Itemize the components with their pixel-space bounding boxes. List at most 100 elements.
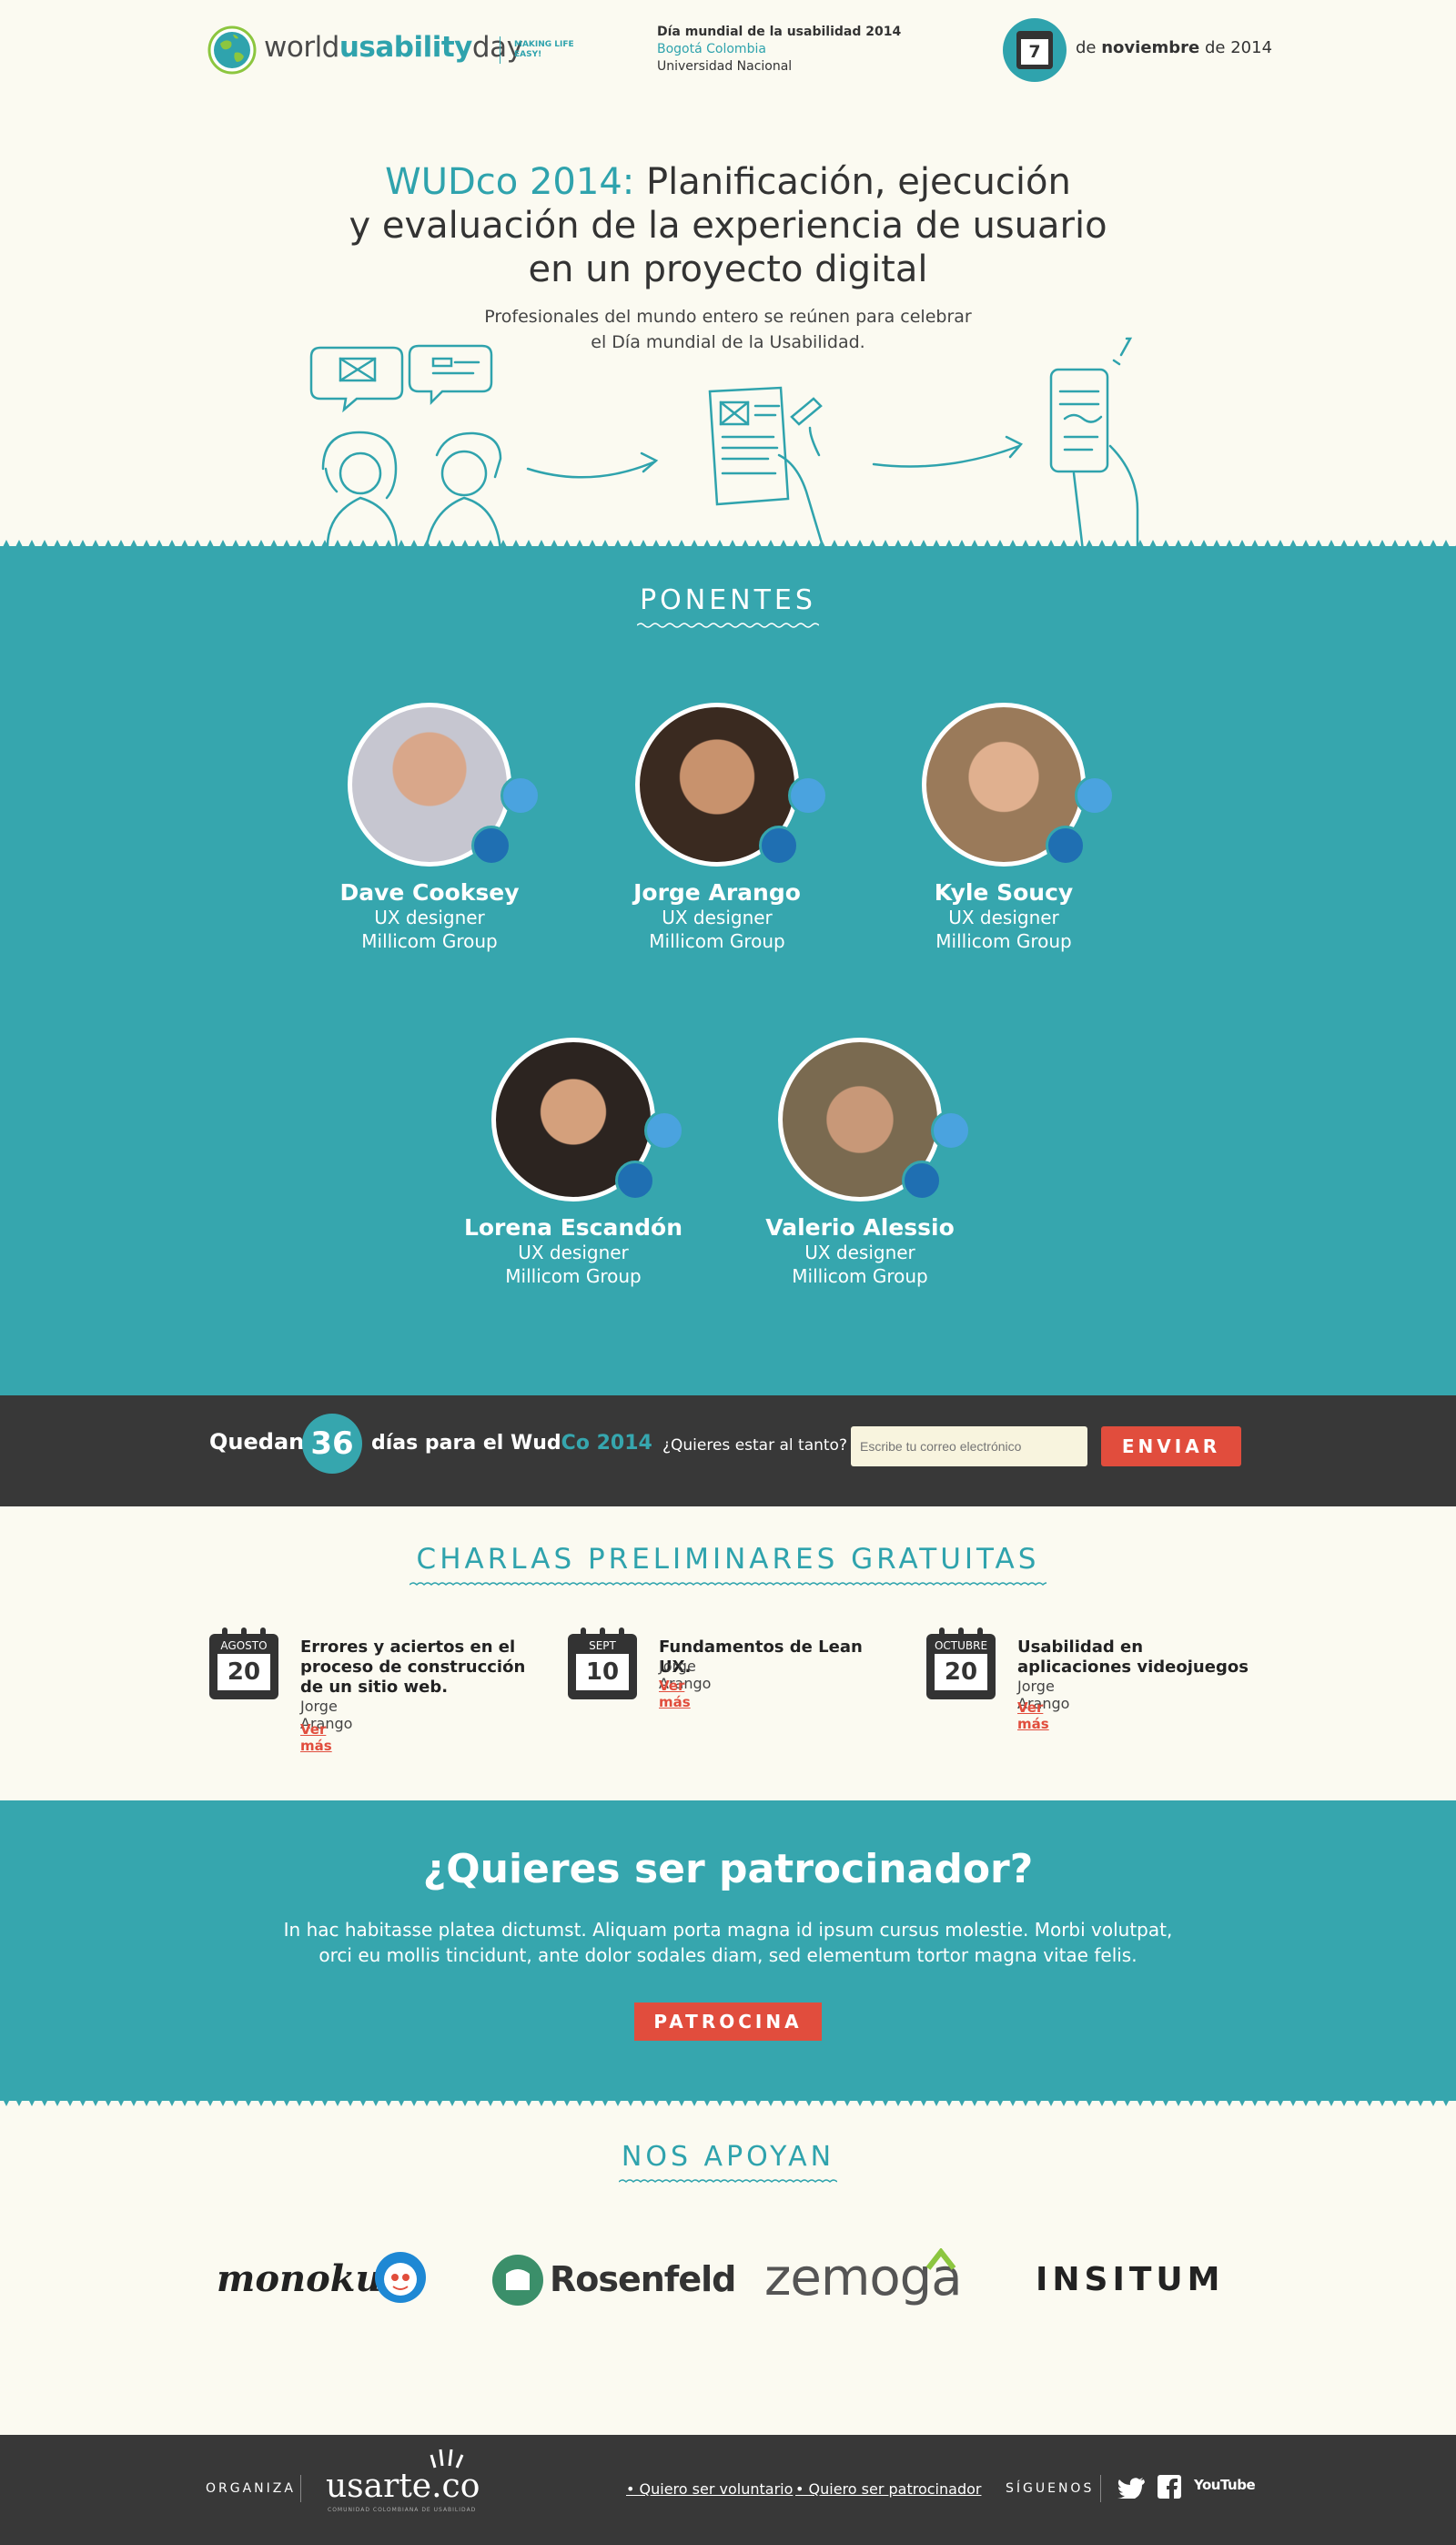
- talk-month: AGOSTO: [220, 1639, 268, 1652]
- date-suffix: de 2014: [1205, 38, 1273, 57]
- hero-title-accent: WUDco 2014:: [385, 161, 635, 203]
- speaker-role: UX designer: [948, 907, 1059, 928]
- event-info: Día mundial de la usabilidad 2014 Bogotá…: [657, 24, 901, 76]
- calendar-ring: [260, 1627, 266, 1638]
- facebook-icon[interactable]: [1158, 2475, 1181, 2499]
- speakers-title-text: PONENTES: [640, 584, 816, 616]
- insitum-logo[interactable]: INSITUM: [1036, 2261, 1224, 2298]
- monoku-logo[interactable]: monoku.: [217, 2257, 395, 2300]
- logo-world: world: [264, 31, 339, 64]
- newsletter-question: ¿Quieres estar al tanto?: [662, 1436, 847, 1455]
- title-wave: [619, 2179, 837, 2184]
- speaker-company: Millicom Group: [792, 1265, 928, 1287]
- countdown-brand-a: Wud: [510, 1432, 561, 1455]
- footer-divider: [1100, 2475, 1101, 2502]
- twitter-icon[interactable]: [644, 1110, 684, 1151]
- linkedin-icon[interactable]: [902, 1161, 942, 1201]
- logo-usability: usability: [339, 31, 473, 64]
- usarte-logo[interactable]: usarte.co: [326, 2468, 480, 2505]
- site-footer: ORGANIZA usarte.co COMUNIDAD COLOMBIANA …: [0, 2435, 1456, 2545]
- event-venue: Universidad Nacional: [657, 59, 793, 74]
- calendar-icon: OCTUBRE 20: [926, 1627, 996, 1699]
- speaker-company: Millicom Group: [935, 930, 1072, 952]
- twitter-icon[interactable]: [1117, 2477, 1145, 2499]
- calendar-ring: [958, 1627, 964, 1638]
- talks-title-text: CHARLAS PRELIMINARES GRATUITAS: [416, 1543, 1040, 1576]
- hero-illustration: [309, 337, 1139, 551]
- countdown-brand-b: Co 2014: [561, 1432, 652, 1455]
- linkedin-icon[interactable]: [615, 1161, 655, 1201]
- speaker-company: Millicom Group: [361, 930, 498, 952]
- rosenfeld-logo[interactable]: Rosenfeld: [550, 2259, 736, 2299]
- date-prefix: de: [1076, 38, 1097, 57]
- event-date: de noviembre de 2014: [1076, 38, 1272, 57]
- linkedin-icon[interactable]: [1046, 826, 1086, 866]
- youtube-icon[interactable]: YouTube: [1194, 2477, 1256, 2499]
- talk-more-link[interactable]: Ver más: [659, 1678, 691, 1710]
- linkedin-icon[interactable]: [759, 826, 799, 866]
- zigzag-top: [0, 540, 1456, 553]
- hero-title-line2: y evaluación de la experiencia de usuari…: [349, 205, 1107, 247]
- speaker-name: Dave Cooksey: [339, 879, 520, 906]
- supporters-title: NOS APOYAN: [546, 2141, 910, 2185]
- calendar-ring: [619, 1627, 624, 1638]
- calendar-icon: AGOSTO 20: [209, 1627, 278, 1699]
- volunteer-link[interactable]: • Quiero ser voluntario: [626, 2480, 793, 2498]
- calendar-icon: SEPT 10: [568, 1627, 637, 1699]
- talk-more-link[interactable]: Ver más: [300, 1721, 332, 1754]
- zemoga-mark-icon: [925, 2248, 956, 2270]
- email-field[interactable]: [851, 1426, 1087, 1466]
- countdown-bar: Quedan 36 días para el WudCo 2014 ¿Quier…: [0, 1395, 1456, 1506]
- twitter-icon[interactable]: [1075, 776, 1115, 816]
- twitter-icon[interactable]: [788, 776, 828, 816]
- send-button[interactable]: ENVIAR: [1101, 1426, 1241, 1466]
- twitter-icon[interactable]: [931, 1110, 971, 1151]
- sponsor-link[interactable]: • Quiero ser patrocinador: [795, 2480, 981, 2498]
- speakers-title: PONENTES: [546, 584, 910, 629]
- hero-title-line1: Planificación, ejecución: [634, 161, 1071, 203]
- globe-icon[interactable]: [207, 25, 257, 75]
- speaker-name: Kyle Soucy: [934, 879, 1074, 906]
- countdown-suffix-text: días para el: [371, 1432, 504, 1455]
- calendar-ring: [241, 1627, 247, 1638]
- site-header: worldusabilityday MAKING LIFE EASY! Día …: [0, 0, 1456, 100]
- speaker-card: Jorge Arango UX designer Millicom Group: [599, 703, 835, 953]
- speaker-card: Valerio Alessio UX designer Millicom Gro…: [742, 1038, 978, 1288]
- speaker-company: Millicom Group: [649, 930, 785, 952]
- sponsor-button[interactable]: PATROCINA: [634, 2003, 822, 2041]
- hero-subtitle-line1: Profesionales del mundo entero se reúnen…: [484, 307, 972, 327]
- logo-wordmark[interactable]: worldusabilityday: [264, 31, 523, 64]
- countdown-prefix: Quedan: [209, 1429, 305, 1455]
- hero-title: WUDco 2014: Planificación, ejecución y e…: [273, 160, 1183, 291]
- twitter-icon[interactable]: [500, 776, 541, 816]
- footer-divider: [300, 2475, 301, 2502]
- calendar-ring: [222, 1627, 228, 1638]
- speaker-role: UX designer: [374, 907, 485, 928]
- hand-icon: [430, 2449, 464, 2469]
- talk-month: OCTUBRE: [934, 1639, 988, 1652]
- organiza-label: ORGANIZA: [206, 2481, 296, 2496]
- hero-title-line3: en un proyecto digital: [528, 248, 928, 290]
- calendar-ring: [939, 1627, 945, 1638]
- speaker-card: Lorena Escandón UX designer Millicom Gro…: [455, 1038, 692, 1288]
- youtube-label: YouTube: [1194, 2477, 1256, 2493]
- sponsor-text-line2: orci eu mollis tincidunt, ante dolor sod…: [318, 1944, 1138, 1966]
- sponsor-text-line1: In hac habitasse platea dictumst. Aliqua…: [283, 1919, 1173, 1941]
- speaker-role: UX designer: [518, 1242, 629, 1263]
- speaker-name: Lorena Escandón: [463, 1214, 683, 1241]
- volunteer-link-text: Quiero ser voluntario: [639, 2480, 794, 2498]
- zigzag-bottom: [0, 2094, 1456, 2106]
- speaker-card: Kyle Soucy UX designer Millicom Group: [885, 703, 1122, 953]
- supporters-title-text: NOS APOYAN: [621, 2141, 835, 2173]
- talk-more-link[interactable]: Ver más: [1017, 1699, 1049, 1732]
- rosenfeld-icon: [492, 2255, 543, 2306]
- talk-title: Usabilidad en aplicaciones videojuegos: [1017, 1638, 1249, 1677]
- talks-title: CHARLAS PRELIMINARES GRATUITAS: [364, 1543, 1092, 1588]
- event-city: Bogotá Colombia: [657, 42, 766, 56]
- logo-tagline: MAKING LIFE EASY!: [514, 40, 574, 59]
- countdown-suffix: días para el WudCo 2014: [371, 1432, 652, 1455]
- speakers-section: PONENTES Dave Cooksey UX designer Millic…: [0, 540, 1456, 1396]
- linkedin-icon[interactable]: [471, 826, 511, 866]
- talk-day: 20: [935, 1654, 987, 1690]
- talk-day: 10: [576, 1654, 629, 1690]
